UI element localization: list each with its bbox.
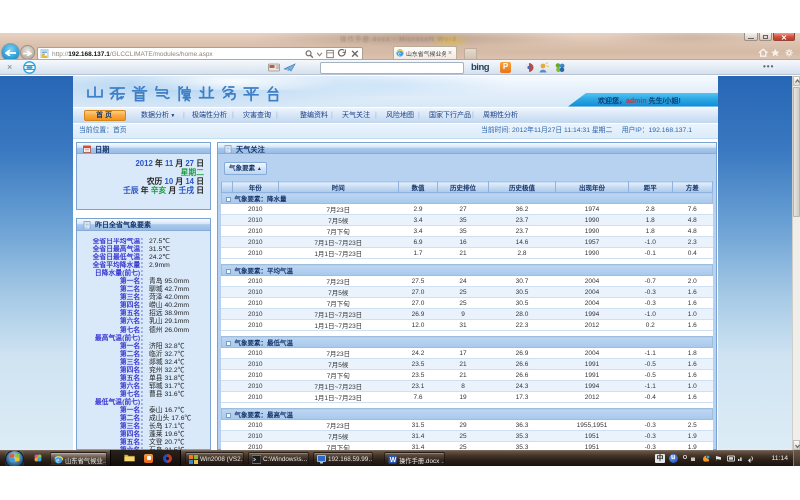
svg-text:e: e <box>56 456 59 464</box>
svg-text:e: e <box>398 51 401 57</box>
svg-text:W: W <box>390 457 397 464</box>
